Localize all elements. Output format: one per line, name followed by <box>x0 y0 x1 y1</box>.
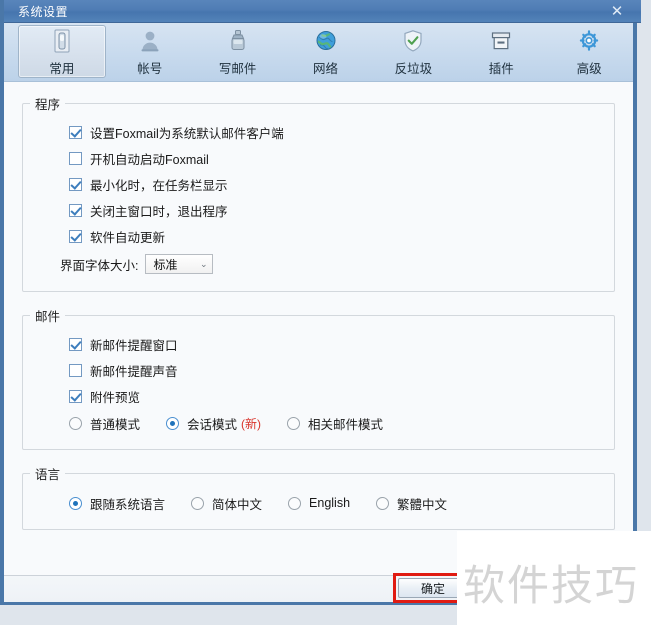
chevron-down-icon: ⌄ <box>199 258 208 269</box>
tab-general[interactable]: 常用 <box>18 25 106 78</box>
checkbox-auto-update[interactable] <box>69 229 82 243</box>
new-badge: (新) <box>241 416 262 431</box>
tab-antispam[interactable]: 反垃圾 <box>369 25 457 78</box>
checkbox-row-auto-update[interactable]: 软件自动更新 <box>23 223 614 249</box>
plugin-icon <box>490 27 512 55</box>
checkbox-row-attachment-preview[interactable]: 附件预览 <box>23 383 614 409</box>
radio-item-follow-system[interactable]: 跟随系统语言 <box>69 494 165 513</box>
tab-network[interactable]: 网络 <box>282 25 370 78</box>
tab-network-label: 网络 <box>313 61 339 76</box>
checkbox-autostart-label: 开机自动启动Foxmail <box>90 152 209 167</box>
language-group-legend: 语言 <box>35 468 61 482</box>
radio-conversation-mode-label: 会话模式 <box>187 417 238 432</box>
tab-compose-label: 写邮件 <box>218 61 257 76</box>
checkbox-default-client[interactable] <box>69 125 82 139</box>
checkbox-minimize-taskbar[interactable] <box>69 177 82 191</box>
radio-item-related-mail-mode[interactable]: 相关邮件模式 <box>287 414 383 433</box>
checkbox-attachment-preview[interactable] <box>69 389 82 403</box>
account-icon <box>139 27 161 55</box>
checkbox-row-new-mail-sound[interactable]: 新邮件提醒声音 <box>23 357 614 383</box>
radio-related-mail-mode-label: 相关邮件模式 <box>308 417 384 432</box>
checkbox-close-exit[interactable] <box>69 203 82 217</box>
program-group: 程序 设置Foxmail为系统默认邮件客户端 开机自动启动Foxmail 最小化… <box>22 94 615 292</box>
advanced-icon <box>578 27 600 55</box>
mail-mode-radio-group: 普通模式 会话模式 (新) 相关邮件模式 <box>23 409 614 437</box>
checkbox-default-client-label: 设置Foxmail为系统默认邮件客户端 <box>90 126 284 141</box>
font-size-row: 界面字体大小: 标准 ⌄ <box>23 249 614 279</box>
language-radio-group: 跟随系统语言 简体中文 English 繁體中文 <box>23 489 614 517</box>
tab-advanced[interactable]: 高级 <box>545 25 633 78</box>
settings-toolbar: 常用 帐号 写邮件 网络 反垃圾 插件 高级 <box>4 23 633 82</box>
checkbox-row-close-exit[interactable]: 关闭主窗口时，退出程序 <box>23 197 614 223</box>
radio-item-conversation-mode[interactable]: 会话模式 (新) <box>166 414 261 433</box>
radio-english-label: English <box>309 496 351 510</box>
checkbox-new-mail-popup[interactable] <box>69 337 82 351</box>
radio-related-mail-mode[interactable] <box>287 416 301 430</box>
settings-content: 程序 设置Foxmail为系统默认邮件客户端 开机自动启动Foxmail 最小化… <box>4 82 633 575</box>
checkbox-attachment-preview-label: 附件预览 <box>90 390 141 405</box>
font-size-select[interactable]: 标准 ⌄ <box>145 254 214 274</box>
tab-plugin-label: 插件 <box>488 61 514 76</box>
radio-follow-system-label: 跟随系统语言 <box>90 497 166 512</box>
radio-english[interactable] <box>288 496 302 510</box>
tab-plugin[interactable]: 插件 <box>457 25 545 78</box>
checkbox-row-new-mail-popup[interactable]: 新邮件提醒窗口 <box>23 331 614 357</box>
tab-antispam-label: 反垃圾 <box>394 61 433 76</box>
checkbox-close-exit-label: 关闭主窗口时，退出程序 <box>90 204 228 219</box>
checkbox-row-minimize-taskbar[interactable]: 最小化时，在任务栏显示 <box>23 171 614 197</box>
radio-traditional-chinese-label: 繁體中文 <box>397 497 448 512</box>
mail-group-legend: 邮件 <box>35 310 61 324</box>
checkbox-minimize-taskbar-label: 最小化时，在任务栏显示 <box>90 178 228 193</box>
screenshot-root: 系统设置 ✕ 常用 帐号 写邮件 网络 反垃圾 插件 高级 程序 设置Foxma… <box>0 0 651 625</box>
title-bar: 系统设置 ✕ <box>4 0 641 23</box>
checkbox-new-mail-sound-label: 新邮件提醒声音 <box>90 364 178 379</box>
tab-account[interactable]: 帐号 <box>106 25 194 78</box>
checkbox-autostart[interactable] <box>69 151 82 165</box>
checkbox-row-default-client[interactable]: 设置Foxmail为系统默认邮件客户端 <box>23 119 614 145</box>
antispam-icon <box>402 27 424 55</box>
compose-icon <box>227 27 249 55</box>
close-icon[interactable]: ✕ <box>603 1 631 22</box>
radio-normal-mode[interactable] <box>69 416 82 430</box>
mail-group: 邮件 新邮件提醒窗口 新邮件提醒声音 附件预览 普通模式 会话模式 (新) 相关… <box>22 306 615 450</box>
network-icon <box>315 27 337 55</box>
radio-item-simplified-chinese[interactable]: 简体中文 <box>191 494 262 513</box>
checkbox-new-mail-sound[interactable] <box>69 363 82 377</box>
radio-traditional-chinese[interactable] <box>376 496 390 510</box>
general-icon <box>51 27 73 55</box>
checkbox-new-mail-popup-label: 新邮件提醒窗口 <box>90 338 178 353</box>
radio-item-english[interactable]: English <box>288 496 350 510</box>
radio-follow-system[interactable] <box>69 496 82 510</box>
font-size-select-value: 标准 <box>153 257 178 272</box>
checkbox-auto-update-label: 软件自动更新 <box>90 230 166 245</box>
radio-simplified-chinese-label: 简体中文 <box>212 497 263 512</box>
language-group: 语言 跟随系统语言 简体中文 English 繁體中文 <box>22 464 615 530</box>
window-title: 系统设置 <box>18 5 69 19</box>
tab-general-label: 常用 <box>49 61 75 76</box>
radio-conversation-mode[interactable] <box>166 416 180 430</box>
checkbox-row-autostart[interactable]: 开机自动启动Foxmail <box>23 145 614 171</box>
radio-item-normal-mode[interactable]: 普通模式 <box>69 414 140 433</box>
font-size-label: 界面字体大小: <box>60 258 139 273</box>
tab-compose[interactable]: 写邮件 <box>194 25 282 78</box>
tab-account-label: 帐号 <box>137 61 163 76</box>
settings-window: 系统设置 ✕ 常用 帐号 写邮件 网络 反垃圾 插件 高级 程序 设置Foxma… <box>0 0 641 605</box>
radio-simplified-chinese[interactable] <box>191 496 205 510</box>
radio-item-traditional-chinese[interactable]: 繁體中文 <box>376 494 447 513</box>
radio-normal-mode-label: 普通模式 <box>90 417 141 432</box>
watermark-text: 软件技巧 <box>463 561 640 610</box>
tab-advanced-label: 高级 <box>576 61 602 76</box>
program-group-legend: 程序 <box>35 98 61 112</box>
